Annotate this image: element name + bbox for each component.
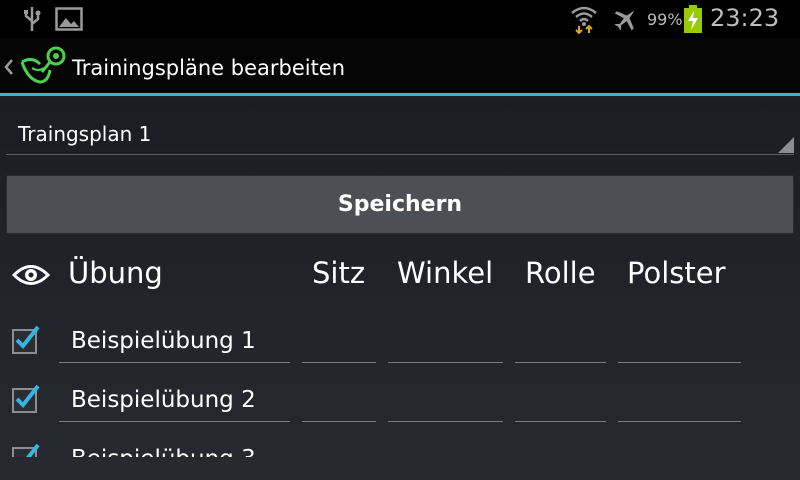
row-checkbox[interactable]	[12, 325, 40, 354]
dropdown-corner-icon	[778, 137, 794, 153]
table-row: Beispielübung 3	[0, 440, 800, 457]
angle-field[interactable]	[388, 321, 503, 363]
plan-selector-value: Traingsplan 1	[18, 122, 152, 146]
exercise-name-field[interactable]: Beispielübung 3	[59, 440, 290, 457]
pad-field[interactable]	[618, 380, 741, 422]
checkmark-icon	[15, 325, 40, 350]
app-logo-icon	[20, 46, 66, 84]
roller-field[interactable]	[515, 380, 606, 422]
table-row: Beispielübung 1	[0, 321, 800, 371]
header-seat: Sitz	[312, 256, 366, 290]
exercise-name: Beispielübung 2	[71, 387, 256, 413]
checkmark-icon	[18, 443, 40, 457]
clock: 23:23	[710, 4, 780, 32]
exercise-name: Beispielübung 3	[59, 440, 290, 457]
save-button[interactable]: Speichern	[6, 175, 794, 234]
main-content: Traingsplan 1 Speichern Übung Sitz Winke…	[0, 99, 800, 480]
table-row: Beispielübung 2	[0, 380, 800, 430]
roller-field[interactable]	[515, 321, 606, 363]
row-checkbox[interactable]	[12, 384, 40, 413]
back-chevron-icon	[4, 59, 13, 75]
exercise-name-field[interactable]: Beispielübung 1	[59, 321, 290, 363]
battery-percentage: 99%	[647, 10, 683, 29]
row-checkbox[interactable]	[12, 443, 40, 457]
plan-selector[interactable]: Traingsplan 1	[6, 109, 794, 155]
page-title: Trainingspläne bearbeiten	[72, 56, 346, 80]
exercise-name: Beispielübung 1	[71, 328, 256, 354]
header-exercise: Übung	[68, 256, 163, 290]
eye-icon	[12, 265, 50, 285]
usb-icon	[24, 7, 41, 31]
scroll-clip: Beispielübung 3	[0, 440, 800, 457]
image-icon	[55, 7, 83, 31]
seat-field[interactable]	[302, 380, 376, 422]
battery-charging-icon	[684, 5, 702, 33]
checkmark-icon	[15, 384, 40, 409]
status-bar: 99% 23:23	[0, 0, 800, 38]
up-navigation[interactable]	[0, 38, 70, 96]
header-roller: Rolle	[525, 256, 596, 290]
exercise-name-field[interactable]: Beispielübung 2	[59, 380, 290, 422]
header-angle: Winkel	[397, 256, 494, 290]
wifi-icon	[571, 6, 597, 34]
pad-field[interactable]	[618, 321, 741, 363]
header-pad: Polster	[627, 256, 726, 290]
seat-field[interactable]	[302, 321, 376, 363]
angle-field[interactable]	[388, 380, 503, 422]
action-bar: Trainingspläne bearbeiten	[0, 38, 800, 96]
airplane-mode-icon	[614, 10, 635, 31]
